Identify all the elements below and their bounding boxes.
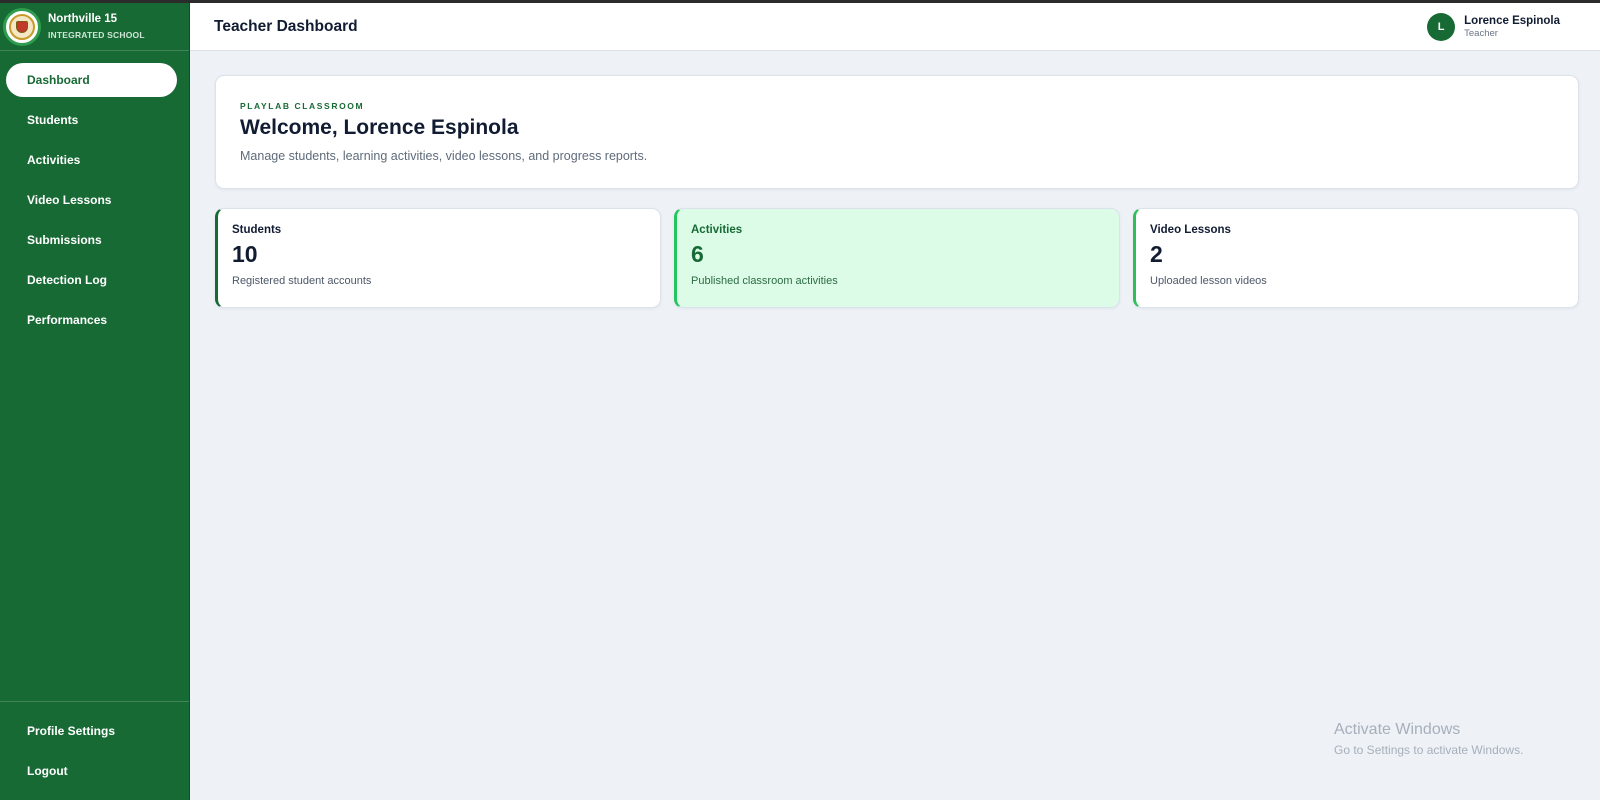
sidebar-item-performances[interactable]: Performances xyxy=(6,303,177,337)
stat-value: 2 xyxy=(1150,241,1163,267)
watermark-subtitle: Go to Settings to activate Windows. xyxy=(1334,743,1524,757)
user-name: Lorence Espinola xyxy=(1464,14,1560,27)
sidebar-item-label: Video Lessons xyxy=(27,193,112,207)
sidebar-item-detection-log[interactable]: Detection Log xyxy=(6,263,177,297)
sidebar-item-profile-settings[interactable]: Profile Settings xyxy=(6,714,177,748)
sidebar-item-label: Submissions xyxy=(27,233,102,247)
stat-card-video-lessons[interactable]: Video Lessons 2 Uploaded lesson videos xyxy=(1133,208,1579,308)
sidebar: Northville 15 INTEGRATED SCHOOL Dashboar… xyxy=(0,3,190,800)
stat-description: Published classroom activities xyxy=(691,275,838,287)
welcome-eyebrow: PLAYLAB CLASSROOM xyxy=(240,101,365,111)
sidebar-item-label: Students xyxy=(27,113,79,127)
stat-value: 6 xyxy=(691,241,704,267)
sidebar-item-submissions[interactable]: Submissions xyxy=(6,223,177,257)
sidebar-item-label: Detection Log xyxy=(27,273,107,287)
main-content: PLAYLAB CLASSROOM Welcome, Lorence Espin… xyxy=(190,51,1600,800)
sidebar-item-activities[interactable]: Activities xyxy=(6,143,177,177)
user-menu[interactable]: L Lorence Espinola Teacher xyxy=(1427,12,1560,41)
page-title: Teacher Dashboard xyxy=(214,17,358,35)
sidebar-item-label: Logout xyxy=(27,764,68,778)
welcome-title: Welcome, Lorence Espinola xyxy=(240,116,519,139)
brand-name: Northville 15 xyxy=(48,13,118,25)
sidebar-item-video-lessons[interactable]: Video Lessons xyxy=(6,183,177,217)
window-top-border xyxy=(0,0,1600,3)
stat-description: Registered student accounts xyxy=(232,275,372,287)
sidebar-item-label: Performances xyxy=(27,313,108,327)
stat-description: Uploaded lesson videos xyxy=(1150,275,1267,287)
stat-label: Activities xyxy=(691,224,743,236)
stat-label: Students xyxy=(232,224,282,236)
sidebar-item-label: Profile Settings xyxy=(27,724,116,738)
sidebar-nav: Dashboard Students Activities Video Less… xyxy=(0,51,189,701)
stat-card-activities[interactable]: Activities 6 Published classroom activit… xyxy=(674,208,1120,308)
header: Teacher Dashboard L Lorence Espinola Tea… xyxy=(190,3,1600,51)
sidebar-item-students[interactable]: Students xyxy=(6,103,177,137)
activation-watermark: Activate Windows Go to Settings to activ… xyxy=(1334,721,1523,757)
welcome-card: PLAYLAB CLASSROOM Welcome, Lorence Espin… xyxy=(215,75,1579,189)
brand-subtitle: INTEGRATED SCHOOL xyxy=(48,29,145,40)
sidebar-bottom: Profile Settings Logout xyxy=(0,701,189,800)
sidebar-item-logout[interactable]: Logout xyxy=(6,754,177,788)
avatar: L xyxy=(1427,12,1456,41)
stat-label: Video Lessons xyxy=(1150,224,1231,236)
sidebar-item-label: Activities xyxy=(27,153,81,167)
sidebar-item-label: Dashboard xyxy=(27,73,90,87)
stat-card-students[interactable]: Students 10 Registered student accounts xyxy=(215,208,661,308)
welcome-description: Manage students, learning activities, vi… xyxy=(240,149,648,163)
brand[interactable]: Northville 15 INTEGRATED SCHOOL xyxy=(0,3,189,51)
stat-value: 10 xyxy=(232,241,258,267)
sidebar-item-dashboard[interactable]: Dashboard xyxy=(6,63,177,97)
user-role: Teacher xyxy=(1464,27,1498,39)
watermark-title: Activate Windows xyxy=(1334,721,1461,738)
school-seal-icon xyxy=(3,7,41,46)
stats-cards: Students 10 Registered student accounts … xyxy=(215,208,1579,308)
